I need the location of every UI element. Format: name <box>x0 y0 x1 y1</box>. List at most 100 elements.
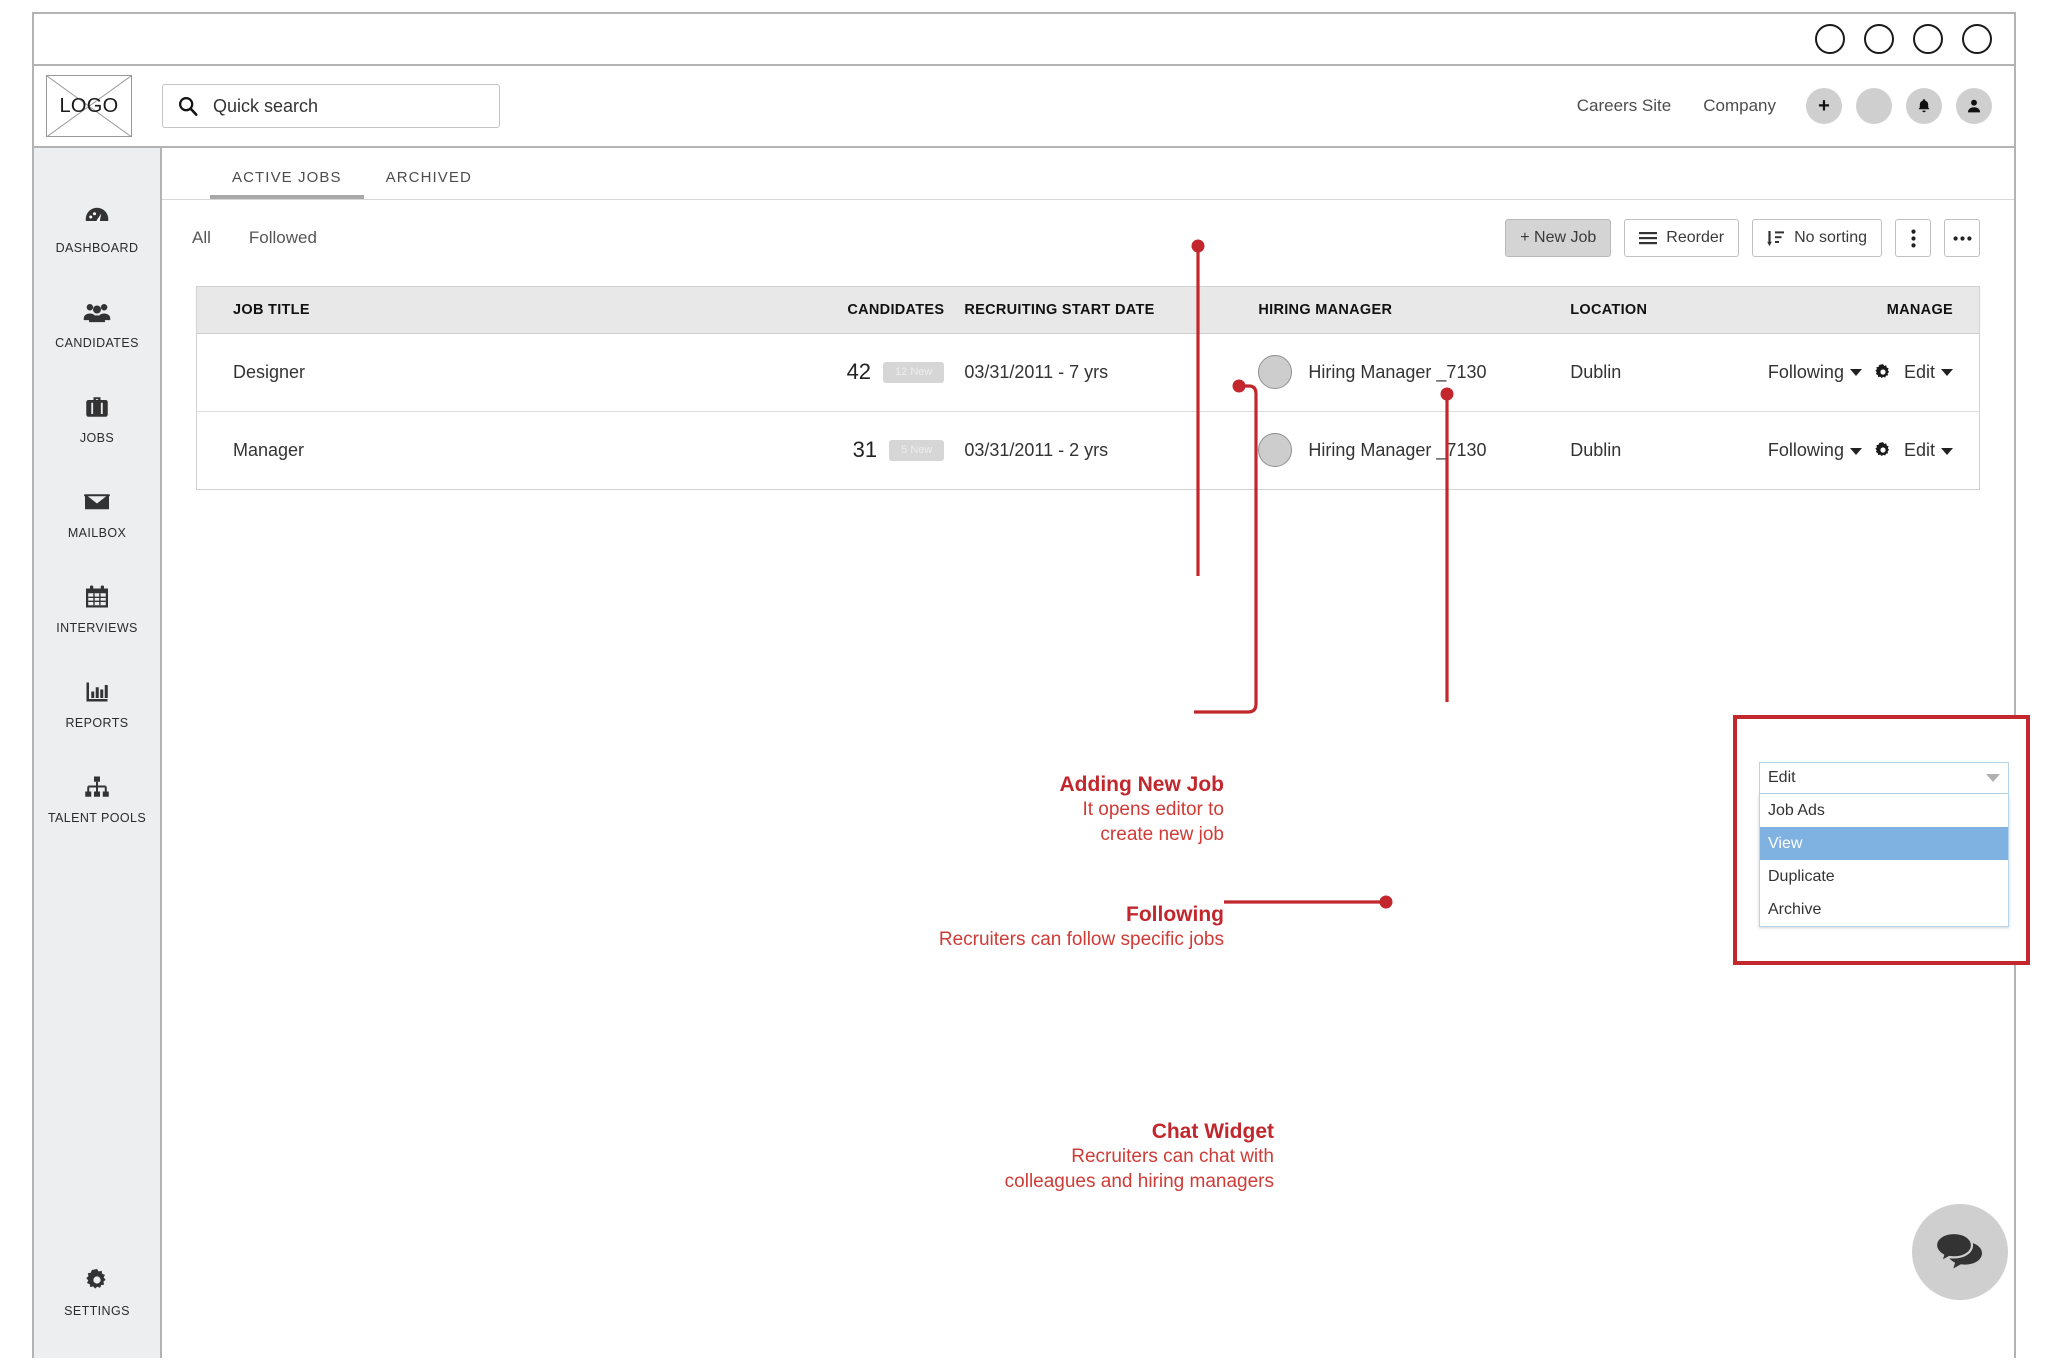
cell-candidates: 42 12 New <box>722 333 955 412</box>
tab-active-jobs[interactable]: ACTIVE JOBS <box>210 169 364 199</box>
sidebar-item-talent-pools[interactable]: TALENT POOLS <box>34 772 160 825</box>
horizontal-dots-icon <box>1953 235 1971 241</box>
reorder-label: Reorder <box>1666 229 1725 246</box>
sidebar-item-candidates[interactable]: CANDIDATES <box>34 297 160 350</box>
dropdown-option-view[interactable]: View <box>1760 827 2008 860</box>
sidebar: DASHBOARD CANDIDATES JOBS MAILBOX INTERV… <box>34 148 162 1358</box>
following-label: Following <box>1767 439 1844 460</box>
sidebar-item-mailbox[interactable]: MAILBOX <box>34 487 160 540</box>
header-actions: Careers Site Company + <box>1561 88 1992 124</box>
edit-dropdown[interactable]: Edit <box>1904 362 1953 383</box>
blank-avatar-button[interactable] <box>1856 88 1892 124</box>
following-label: Following <box>1767 361 1844 382</box>
chat-widget-button[interactable] <box>1912 1204 2008 1300</box>
new-candidates-badge: 12 New <box>883 361 945 383</box>
calendar-icon <box>82 582 112 612</box>
sidebar-item-jobs[interactable]: JOBS <box>34 392 160 445</box>
window-control-dot-4[interactable] <box>1962 24 1992 54</box>
bar-chart-icon <box>82 677 112 707</box>
header-link-careers-site[interactable]: Careers Site <box>1561 96 1687 116</box>
gear-icon[interactable] <box>1873 362 1893 382</box>
gear-icon[interactable] <box>1873 440 1893 460</box>
sidebar-item-reports[interactable]: REPORTS <box>34 677 160 730</box>
chevron-down-icon <box>1941 369 1953 377</box>
kebab-menu-button[interactable] <box>1895 219 1931 257</box>
window-chrome-bar <box>34 14 2014 66</box>
window-control-dot-2[interactable] <box>1864 24 1894 54</box>
reorder-button[interactable]: Reorder <box>1624 219 1740 257</box>
avatar <box>1258 433 1293 468</box>
window-control-group <box>1815 24 1992 54</box>
table-row[interactable]: Designer 42 12 New 03/31/2011 - 7 yrs Hi… <box>197 333 1979 412</box>
sidebar-item-label: DASHBOARD <box>55 241 139 255</box>
sorting-label: No sorting <box>1794 229 1867 246</box>
hiring-manager-name: Hiring Manager _7130 <box>1308 439 1487 460</box>
notifications-button[interactable] <box>1906 88 1942 124</box>
cell-location: Dublin <box>1560 333 1730 412</box>
new-candidates-badge: 5 New <box>889 439 945 461</box>
add-button[interactable]: + <box>1806 88 1842 124</box>
column-header-job-title[interactable]: JOB TITLE <box>197 287 723 334</box>
dropdown-select[interactable]: Edit <box>1759 762 2009 794</box>
dropdown-selected-value: Edit <box>1768 769 1796 786</box>
user-account-button[interactable] <box>1956 88 1992 124</box>
hiring-manager-name: Hiring Manager _7130 <box>1308 361 1487 382</box>
table-row[interactable]: Manager 31 5 New 03/31/2011 - 2 yrs Hiri… <box>197 411 1979 489</box>
sidebar-item-label: MAILBOX <box>67 526 127 540</box>
bell-icon <box>1918 99 1930 113</box>
edit-label: Edit <box>1903 439 1935 460</box>
column-header-start-date[interactable]: RECRUITING START DATE <box>954 287 1249 334</box>
chevron-down-icon <box>1849 447 1862 455</box>
sidebar-item-label: JOBS <box>79 431 115 445</box>
filter-followed[interactable]: Followed <box>249 228 317 248</box>
column-header-hiring-manager[interactable]: HIRING MANAGER <box>1248 287 1561 334</box>
org-chart-icon <box>82 772 112 802</box>
column-header-manage: MANAGE <box>1729 287 1979 334</box>
chat-bubbles-icon <box>1934 1231 1982 1269</box>
dropdown-option-list: Job Ads View Duplicate Archive <box>1759 794 2009 927</box>
chevron-down-icon <box>1986 774 2000 782</box>
candidates-count: 31 <box>852 437 878 463</box>
cell-job-title[interactable]: Manager <box>197 411 723 489</box>
cell-hiring-manager: Hiring Manager _7130 <box>1248 411 1560 489</box>
cell-hiring-manager: Hiring Manager _7130 <box>1248 333 1561 412</box>
plus-icon: + <box>1818 95 1830 117</box>
new-job-button[interactable]: + New Job <box>1505 219 1612 257</box>
window-control-dot-1[interactable] <box>1815 24 1845 54</box>
edit-dropdown-popup: Edit Job Ads View Duplicate Archive <box>1733 715 2030 965</box>
search-box[interactable] <box>162 84 500 128</box>
jobs-toolbar: All Followed + New Job Reorder No sortin… <box>162 200 2014 276</box>
logo[interactable]: LOGO <box>46 75 132 137</box>
cell-job-title[interactable]: Designer <box>197 333 723 412</box>
jobs-table: JOB TITLE CANDIDATES RECRUITING START DA… <box>196 286 1980 490</box>
edit-dropdown[interactable]: Edit <box>1904 440 1953 461</box>
column-header-location[interactable]: LOCATION <box>1560 287 1730 334</box>
following-dropdown[interactable]: Following <box>1768 440 1862 461</box>
briefcase-icon <box>82 392 112 422</box>
header-link-company[interactable]: Company <box>1687 96 1792 116</box>
following-dropdown[interactable]: Following <box>1768 362 1862 383</box>
sidebar-item-dashboard[interactable]: DASHBOARD <box>34 202 160 255</box>
search-input[interactable] <box>213 95 485 117</box>
toolbar-actions: + New Job Reorder No sorting <box>1505 219 1980 257</box>
logo-text: LOGO <box>59 94 119 117</box>
sorting-button[interactable]: No sorting <box>1752 219 1882 257</box>
app-header: LOGO Careers Site Company + <box>34 66 2014 148</box>
dropdown-option-duplicate[interactable]: Duplicate <box>1760 860 2008 893</box>
cell-start-date: 03/31/2011 - 2 yrs <box>964 439 1109 460</box>
tab-archived[interactable]: ARCHIVED <box>364 169 494 199</box>
column-header-candidates[interactable]: CANDIDATES <box>722 287 955 334</box>
envelope-icon <box>82 487 112 517</box>
sidebar-item-interviews[interactable]: INTERVIEWS <box>34 582 160 635</box>
sidebar-item-label: INTERVIEWS <box>56 621 138 635</box>
chevron-down-icon <box>1849 369 1862 377</box>
sidebar-item-label: REPORTS <box>65 716 129 730</box>
dropdown-option-job-ads[interactable]: Job Ads <box>1760 794 2008 827</box>
window-control-dot-3[interactable] <box>1913 24 1943 54</box>
sidebar-item-settings[interactable]: SETTINGS <box>34 1265 160 1318</box>
dropdown-option-archive[interactable]: Archive <box>1760 893 2008 926</box>
hamburger-icon <box>1639 232 1658 245</box>
more-options-button[interactable] <box>1944 219 1980 257</box>
sidebar-item-label: TALENT POOLS <box>47 811 147 825</box>
filter-all[interactable]: All <box>192 228 211 248</box>
